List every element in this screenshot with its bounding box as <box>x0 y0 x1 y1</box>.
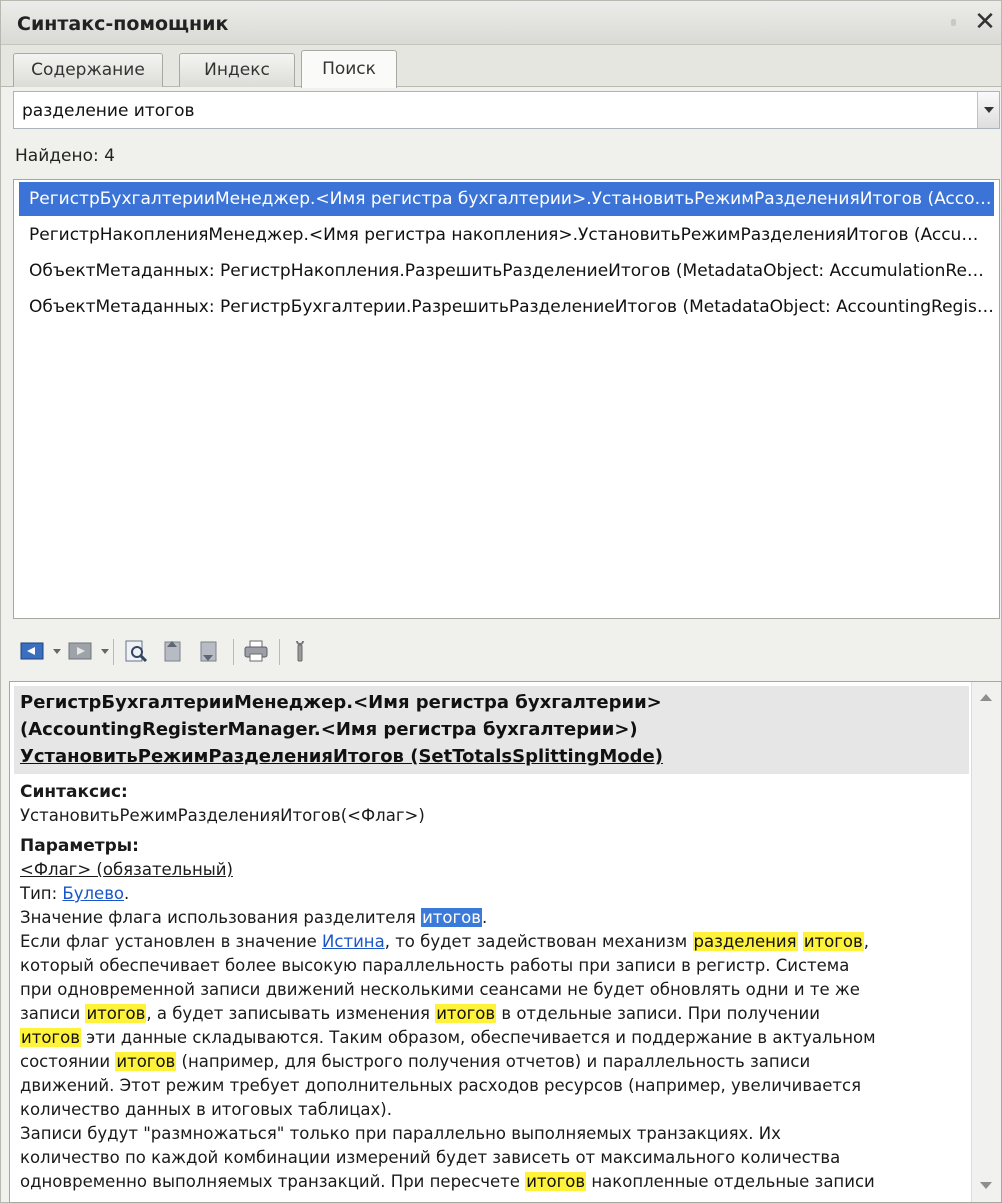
result-item[interactable]: РегистрНакопленияМенеджер.<Имя регистра … <box>19 218 994 252</box>
vertical-scrollbar[interactable] <box>971 682 1001 1202</box>
description-line: итогов эти данные складываются. Таким об… <box>20 1026 970 1050</box>
text-fragment: . <box>124 884 130 903</box>
text-fragment: накопленные отдельные записи <box>586 1172 875 1191</box>
text-fragment: . <box>482 908 488 927</box>
type-label: Тип: <box>20 884 63 903</box>
description-line: Значение флага использования разделителя… <box>20 906 970 930</box>
search-highlight: итогов <box>85 1004 147 1023</box>
text-fragment: состоянии <box>20 1052 116 1071</box>
text-fragment: , а будет записывать изменения <box>146 1004 436 1023</box>
result-item[interactable]: ОбъектМетаданных: РегистрБухгалтерии.Раз… <box>19 290 994 324</box>
search-highlight: итогов <box>20 1028 81 1047</box>
text-fragment: , <box>863 932 869 951</box>
tab-index[interactable]: Индекс <box>179 53 295 87</box>
search-highlight: итогов <box>421 908 482 927</box>
forward-dropdown-icon[interactable] <box>101 649 109 654</box>
param-type: Тип: Булево. <box>20 882 970 906</box>
window-title: Синтакс-помощник <box>17 13 229 35</box>
topic-heading-line: РегистрБухгалтерииМенеджер.<Имя регистра… <box>20 692 662 713</box>
settings-icon[interactable] <box>287 639 313 663</box>
tab-search[interactable]: Поиск <box>301 50 397 88</box>
description-line: Если флаг установлен в значение Истина, … <box>20 930 970 954</box>
topic-heading: РегистрБухгалтерииМенеджер.<Имя регистра… <box>14 686 969 774</box>
description-line: состоянии итогов (например, для быстрого… <box>20 1050 970 1074</box>
topic-body: Синтаксис: УстановитьРежимРазделенияИтог… <box>20 780 970 1194</box>
find-in-tree-icon[interactable] <box>123 639 149 663</box>
description-line: количество по каждой комбинации измерени… <box>20 1148 841 1167</box>
toolbar-separator <box>233 639 234 665</box>
description-line: количество данных в итоговых таблицах). <box>20 1100 392 1119</box>
toolbar-separator <box>113 639 114 665</box>
topic-heading-line: (AccountingRegisterManager.<Имя регистра… <box>20 719 638 740</box>
type-link-boolean[interactable]: Булево <box>62 884 124 903</box>
result-item[interactable]: ОбъектМетаданных: РегистрНакопления.Разр… <box>19 254 994 288</box>
help-content-pane[interactable]: РегистрБухгалтерииМенеджер.<Имя регистра… <box>9 681 1002 1203</box>
description-line: записи итогов, а будет записывать измене… <box>20 1002 970 1026</box>
search-history-dropdown-button[interactable] <box>977 92 999 128</box>
text-fragment: (например, для быстрого получения отчето… <box>176 1052 811 1071</box>
result-item[interactable]: РегистрБухгалтерииМенеджер.<Имя регистра… <box>19 182 994 216</box>
found-count: Найдено: 4 <box>15 146 115 166</box>
pin-icon[interactable] <box>951 19 956 26</box>
back-dropdown-icon[interactable] <box>53 649 61 654</box>
text-fragment: Если флаг установлен в значение <box>20 932 323 951</box>
text-fragment: Значение флага использования разделителя <box>20 908 422 927</box>
param-name: <Флаг> (обязательный) <box>20 860 233 879</box>
text-fragment: в отдельные записи. При получении <box>496 1004 820 1023</box>
syntax-label: Синтаксис: <box>20 782 128 802</box>
tab-bar: Содержание Индекс Поиск <box>1 45 1001 88</box>
search-input[interactable]: разделение итогов <box>13 91 1000 129</box>
istina-link[interactable]: Истина <box>322 932 385 951</box>
search-highlight: итогов <box>802 932 864 951</box>
chevron-down-icon <box>984 107 994 113</box>
syntax-text: УстановитьРежимРазделенияИтогов(<Флаг>) <box>20 806 425 825</box>
search-highlight: итогов <box>435 1004 497 1023</box>
close-icon[interactable]: ✕ <box>971 7 999 37</box>
previous-topic-icon[interactable] <box>159 639 185 663</box>
next-topic-icon[interactable] <box>195 639 221 663</box>
tab-contents[interactable]: Содержание <box>13 53 163 87</box>
search-input-value[interactable]: разделение итогов <box>22 101 195 121</box>
title-bar: Синтакс-помощник ✕ <box>1 1 1001 45</box>
toolbar-separator <box>279 639 280 665</box>
text-fragment: эти данные складываются. Таким образом, … <box>80 1028 876 1047</box>
description-line: движений. Этот режим требует дополнитель… <box>20 1076 861 1095</box>
text-fragment: , то будет задействован механизм <box>384 932 693 951</box>
description-line: одновременно выполняемых транзакций. При… <box>20 1170 970 1194</box>
print-icon[interactable] <box>243 639 269 663</box>
description-line: при одновременной записи движений нескол… <box>20 980 860 999</box>
help-toolbar <box>1 627 1001 677</box>
description-line: Записи будут "размножаться" только при п… <box>20 1124 781 1143</box>
back-icon[interactable] <box>19 639 45 663</box>
topic-heading-method[interactable]: УстановитьРежимРазделенияИтогов (SetTota… <box>20 743 969 770</box>
text-fragment: одновременно выполняемых транзакций. При… <box>20 1172 526 1191</box>
search-results-list[interactable]: РегистрБухгалтерииМенеджер.<Имя регистра… <box>13 179 1000 619</box>
search-highlight: разделения <box>692 932 798 951</box>
text-fragment: записи <box>20 1004 86 1023</box>
search-highlight: итогов <box>525 1172 587 1191</box>
syntax-helper-window: Синтакс-помощник ✕ Содержание Индекс Пои… <box>0 0 1002 1203</box>
scroll-down-icon[interactable] <box>980 1182 992 1189</box>
description-line: который обеспечивает более высокую парал… <box>20 956 850 975</box>
forward-icon[interactable] <box>67 639 93 663</box>
scroll-up-icon[interactable] <box>980 694 992 701</box>
search-highlight: итогов <box>115 1052 177 1071</box>
params-label: Параметры: <box>20 836 139 856</box>
